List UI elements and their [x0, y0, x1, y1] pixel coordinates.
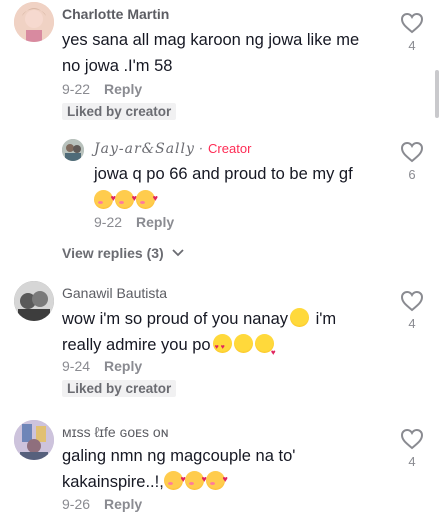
commenter-name[interactable]: Ganawil Bautista: [62, 285, 167, 301]
view-replies-button[interactable]: View replies (3): [62, 245, 184, 261]
commenter-name[interactable]: Charlotte Martin: [62, 6, 169, 22]
comment-text-line: kakainspire..!,: [62, 466, 392, 495]
like-button[interactable]: 4: [397, 428, 427, 469]
smiling-face-with-hearts-icon: [184, 466, 207, 492]
comment-text-line: jowa q po 66 and proud to be my gf: [94, 165, 353, 183]
smiling-face-with-hearts-icon: [205, 466, 228, 492]
winking-face-icon: [233, 334, 253, 353]
comment-meta: 9-22 Reply: [62, 81, 142, 97]
heart-outline-icon: [400, 290, 424, 312]
commenter-name[interactable]: Jay-ar&Sally · Creator: [94, 141, 251, 157]
comment-meta: 9-26 Reply: [62, 496, 142, 512]
reply-button[interactable]: Reply: [104, 81, 142, 97]
reply-button[interactable]: Reply: [136, 214, 174, 230]
like-button[interactable]: 6: [397, 141, 427, 182]
avatar[interactable]: [14, 2, 54, 42]
comment-date: 9-24: [62, 358, 91, 374]
like-count: 4: [408, 38, 416, 53]
like-count: 4: [408, 316, 416, 331]
avatar[interactable]: [14, 420, 54, 460]
like-button[interactable]: 4: [397, 12, 427, 53]
comment-date: 9-26: [62, 496, 91, 512]
like-button[interactable]: 4: [397, 290, 427, 331]
comment-text: galing nmn ng magcouple na to' kakainspi…: [62, 443, 392, 495]
creator-label: Creator: [208, 141, 252, 156]
heart-outline-icon: [400, 428, 424, 450]
face-blowing-kiss-icon: [254, 334, 276, 366]
reply-button[interactable]: Reply: [104, 496, 142, 512]
comment-date: 9-22: [94, 214, 123, 230]
liked-by-creator-badge: Liked by creator: [62, 103, 177, 120]
smiling-face-icon: [290, 308, 310, 327]
comment-text-line: no jowa .I'm 58: [62, 57, 173, 75]
smiling-face-with-hearts-icon: [94, 185, 116, 211]
comment-meta: 9-24 Reply: [62, 358, 142, 374]
comment-text-span: kakainspire..!,: [62, 473, 164, 491]
avatar[interactable]: [14, 281, 54, 321]
comment-text: yes sana all mag karoon ng jowa like me …: [62, 27, 392, 79]
comment-text-span: really admire you po: [62, 336, 211, 354]
separator-dot: ·: [198, 142, 205, 157]
like-count: 6: [408, 167, 416, 182]
commenter-name[interactable]: ᴍɪss ℓɪfe ɢoᴇs oɴ: [62, 424, 168, 440]
emoji-row: [94, 185, 394, 214]
comment-text-span: i'm: [311, 310, 337, 328]
like-count: 4: [408, 454, 416, 469]
chevron-down-icon: [171, 249, 184, 257]
reply-button[interactable]: Reply: [104, 358, 142, 374]
comment-text: jowa q po 66 and proud to be my gf: [94, 161, 394, 214]
comment-text-line: yes sana all mag karoon ng jowa like me: [62, 31, 360, 49]
commenter-name-text: Jay-ar&Sally: [94, 141, 195, 157]
comment-text-line: wow i'm so proud of you nanay i'm: [62, 306, 392, 332]
heart-outline-icon: [400, 141, 424, 163]
smiling-face-with-hearts-icon: [136, 185, 158, 211]
view-replies-label: View replies (3): [62, 245, 164, 261]
scrollbar[interactable]: [435, 70, 439, 118]
comment-date: 9-22: [62, 81, 91, 97]
comment-text-span: wow i'm so proud of you nanay: [62, 310, 289, 328]
avatar[interactable]: [62, 139, 84, 161]
smiling-face-with-hearts-icon: [163, 466, 186, 492]
comment-text-line: really admire you po: [62, 332, 392, 366]
heart-outline-icon: [400, 12, 424, 34]
comment-meta: 9-22 Reply: [94, 214, 174, 230]
smiling-face-with-hearts-icon: [115, 185, 137, 211]
liked-by-creator-badge: Liked by creator: [62, 380, 177, 397]
heart-eyes-icon: [212, 334, 232, 361]
comment-text: wow i'm so proud of you nanay i'm really…: [62, 306, 392, 366]
